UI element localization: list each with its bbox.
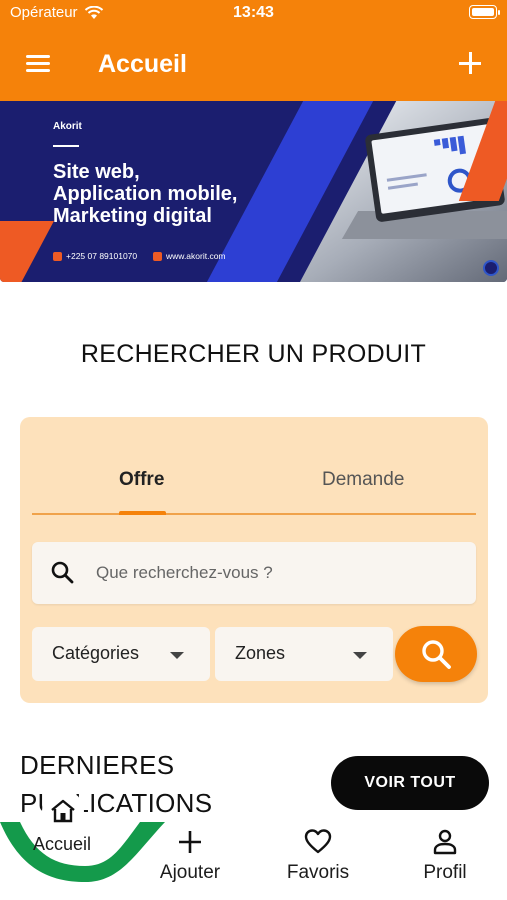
tab-demande[interactable]: Demande — [322, 469, 404, 491]
search-field[interactable] — [32, 542, 476, 604]
status-time: 13:43 — [233, 4, 274, 21]
plus-icon — [179, 831, 201, 853]
chevron-down-icon — [353, 652, 367, 659]
nav-label: Profil — [423, 862, 467, 883]
categories-label: Catégories — [52, 643, 140, 663]
add-button[interactable] — [457, 50, 483, 76]
nav-item-ajouter[interactable]: Ajouter — [150, 814, 230, 900]
zones-label: Zones — [235, 643, 286, 663]
banner-headline-line: Application mobile, — [53, 183, 238, 205]
bottom-navigation: Accueil Ajouter Favoris Profil — [0, 790, 507, 900]
nav-item-accueil[interactable]: Accueil — [22, 790, 102, 900]
search-icon — [51, 561, 74, 584]
heart-icon — [304, 829, 332, 854]
status-bar: Opérateur 13:43 — [0, 0, 507, 26]
phone-icon — [53, 251, 62, 261]
banner-divider — [53, 145, 79, 147]
promo-banner[interactable]: Akorit Site web, Application mobile, Mar… — [0, 101, 507, 282]
zones-dropdown[interactable]: Zones — [215, 627, 393, 681]
nav-label: Favoris — [286, 862, 350, 883]
banner-headline-line: Marketing digital — [53, 205, 212, 227]
banner-orange-shape — [0, 221, 54, 282]
home-icon — [51, 799, 75, 823]
banner-headline: Site web, Application mobile, Marketing … — [53, 161, 237, 227]
banner-brand: Akorit — [53, 121, 82, 132]
banner-website-text: www.akorit.com — [166, 251, 226, 261]
globe-icon — [153, 251, 162, 261]
app-bar: Accueil — [0, 40, 507, 92]
banner-website: www.akorit.com — [153, 251, 226, 261]
tab-indicator — [119, 511, 166, 515]
top-app-bar: Opérateur 13:43 Accueil — [0, 0, 507, 101]
search-icon — [422, 640, 451, 669]
banner-headline-line: Site web, — [53, 161, 140, 183]
person-icon — [433, 829, 457, 855]
nav-label: Ajouter — [159, 862, 221, 883]
tab-offre[interactable]: Offre — [119, 469, 164, 491]
nav-label: Accueil — [32, 834, 92, 854]
see-all-button[interactable]: VOIR TOUT — [331, 756, 489, 810]
battery-icon — [469, 5, 500, 19]
search-section-title: RECHERCHER UN PRODUIT — [80, 340, 427, 368]
nav-item-favoris[interactable]: Favoris — [277, 814, 359, 900]
search-tabs: Offre Demande — [32, 417, 476, 515]
search-button[interactable] — [395, 626, 477, 682]
chevron-down-icon — [170, 652, 184, 659]
banner-phone: +225 07 89101070 — [53, 251, 137, 261]
search-input[interactable] — [96, 542, 456, 604]
page-title: Accueil — [98, 50, 187, 78]
menu-button[interactable] — [24, 52, 52, 76]
nav-item-profil[interactable]: Profil — [405, 814, 485, 900]
search-card: Offre Demande Catégories Zones — [20, 417, 488, 703]
categories-dropdown[interactable]: Catégories — [32, 627, 210, 681]
banner-phone-text: +225 07 89101070 — [66, 251, 138, 261]
banner-badge-icon — [483, 260, 499, 276]
